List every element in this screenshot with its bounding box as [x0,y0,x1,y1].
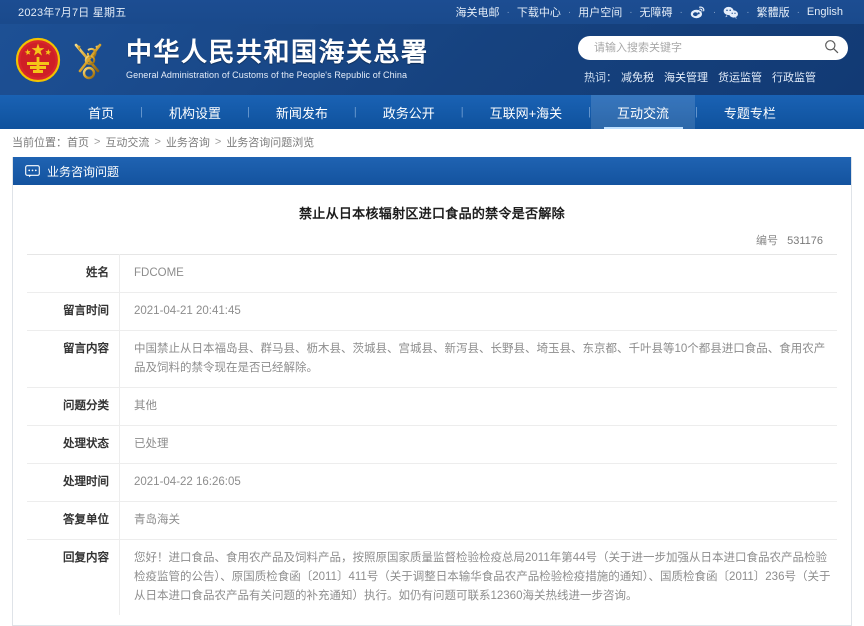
row-value-question-category: 其他 [134,399,157,412]
breadcrumb-separator: > [214,136,222,148]
breadcrumb-separator: > [94,136,101,148]
wechat-icon[interactable] [716,4,746,20]
card-header: 业务咨询问题 [13,157,851,185]
nav-interaction[interactable]: 互动交流 [591,95,696,129]
row-label-name: 姓名 [27,254,120,293]
breadcrumb-item-interaction[interactable]: 互动交流 [105,134,149,150]
detail-table: 姓名 FDCOME 留言时间 2021-04-21 20:41:45 留言内容 … [27,254,837,615]
hot-word-3[interactable]: 货运监管 [718,69,762,85]
top-link-traditional-chinese[interactable]: 繁體版 [750,4,797,20]
nav-list: 首页 | 机构设置 | 新闻发布 | 政务公开 | 互联网+海关 | 互动交流 … [62,95,802,129]
question-number-label: 编号 [756,235,779,247]
nav-home[interactable]: 首页 [62,95,140,129]
row-label-question-category: 问题分类 [27,387,120,426]
national-emblem-icon [14,36,62,84]
table-row: 处理时间 2021-04-22 16:26:05 [27,463,837,502]
row-value-message-content: 中国禁止从日本福岛县、群马县、枥木县、茨城县、宫城县、新泻县、长野县、埼玉县、东… [134,342,826,374]
row-label-process-status: 处理状态 [27,425,120,464]
row-value-reply-unit: 青岛海关 [134,513,180,526]
site-brand[interactable]: 中华人民共和国海关总署 General Administration of Cu… [14,36,429,84]
top-link-user-space[interactable]: 用户空间 [571,4,629,20]
row-value-process-time: 2021-04-22 16:26:05 [134,475,241,488]
question-number: 编号 531176 [27,224,837,254]
weibo-icon[interactable] [683,4,713,20]
row-label-reply-unit: 答复单位 [27,501,120,540]
page-title: 禁止从日本核辐射区进口食品的禁令是否解除 [298,206,565,221]
table-row: 处理状态 已处理 [27,425,837,464]
search-button[interactable] [822,39,840,57]
hot-word-1[interactable]: 减免税 [621,69,654,85]
top-links: 海关电邮 · 下载中心 · 用户空间 · 无障碍 · · · 繁體版 · Eng… [449,4,850,20]
customs-caduceus-icon [68,38,112,82]
breadcrumb-separator: > [154,136,161,148]
breadcrumb-item-home[interactable]: 首页 [67,134,89,150]
site-title-en: General Administration of Customs of the… [126,69,408,80]
hot-words: 热词： 减免税 海关管理 货运监管 行政监管 [578,69,848,85]
chat-bubble-icon [25,164,40,178]
search-input[interactable] [592,41,822,55]
row-label-message-content: 留言内容 [27,330,120,388]
table-row: 留言内容 中国禁止从日本福岛县、群马县、枥木县、茨城县、宫城县、新泻县、长野县、… [27,330,837,388]
row-label-reply-content: 回复内容 [27,539,120,615]
nav-internet-customs[interactable]: 互联网+海关 [464,95,589,129]
table-row: 问题分类 其他 [27,387,837,426]
table-row: 姓名 FDCOME [27,254,837,293]
table-row: 回复内容 您好！进口食品、食用农产品及饲料产品，按照原国家质量监督检验检疫总局2… [27,539,837,615]
top-utility-bar: 2023年7月7日 星期五 海关电邮 · 下载中心 · 用户空间 · 无障碍 ·… [0,0,864,24]
table-row: 留言时间 2021-04-21 20:41:45 [27,292,837,331]
question-number-value: 531176 [787,235,823,247]
breadcrumb-prefix: 当前位置： [12,137,67,149]
top-link-customs-mail[interactable]: 海关电邮 [449,4,507,20]
row-label-message-time: 留言时间 [27,292,120,331]
breadcrumb: 当前位置： 首页 > 互动交流 > 业务咨询 > 业务咨询问题浏览 [0,129,864,155]
consultation-card: 业务咨询问题 禁止从日本核辐射区进口食品的禁令是否解除 编号 531176 姓名… [12,157,852,626]
top-link-english[interactable]: English [800,6,850,18]
current-date: 2023年7月7日 星期五 [18,7,127,19]
nav-government-affairs[interactable]: 政务公开 [357,95,461,129]
breadcrumb-item-business-consult[interactable]: 业务咨询 [166,134,210,150]
table-row: 答复单位 青岛海关 [27,501,837,540]
page-root: 2023年7月7日 星期五 海关电邮 · 下载中心 · 用户空间 · 无障碍 ·… [0,0,864,626]
hot-word-4[interactable]: 行政监管 [772,69,816,85]
main-navigation: 首页 | 机构设置 | 新闻发布 | 政务公开 | 互联网+海关 | 互动交流 … [0,95,864,129]
hot-word-2[interactable]: 海关管理 [664,69,708,85]
row-value-reply-content: 您好！进口食品、食用农产品及饲料产品，按照原国家质量监督检验检疫总局2011年第… [134,551,831,602]
nav-special-columns[interactable]: 专题专栏 [698,95,802,129]
search-area: 热词： 减免税 海关管理 货运监管 行政监管 [578,36,848,85]
site-title-cn: 中华人民共和国海关总署 [126,38,429,68]
row-value-message-time: 2021-04-21 20:41:45 [134,304,241,317]
nav-news[interactable]: 新闻发布 [250,95,354,129]
hot-words-label: 热词： [584,72,617,84]
search-icon [824,39,839,57]
row-value-process-status: 已处理 [134,437,169,450]
breadcrumb-item-current: 业务咨询问题浏览 [226,137,315,149]
top-link-accessibility[interactable]: 无障碍 [633,4,680,20]
search-box[interactable] [578,36,848,60]
brand-text: 中华人民共和国海关总署 General Administration of Cu… [126,38,429,80]
row-label-process-time: 处理时间 [27,463,120,502]
card-body: 禁止从日本核辐射区进口食品的禁令是否解除 编号 531176 姓名 FDCOME… [13,185,851,625]
site-header: 中华人民共和国海关总署 General Administration of Cu… [0,24,864,95]
card-header-title: 业务咨询问题 [47,164,120,179]
nav-organization[interactable]: 机构设置 [143,95,247,129]
top-link-download-center[interactable]: 下载中心 [510,4,568,20]
row-value-name: FDCOME [134,267,184,279]
